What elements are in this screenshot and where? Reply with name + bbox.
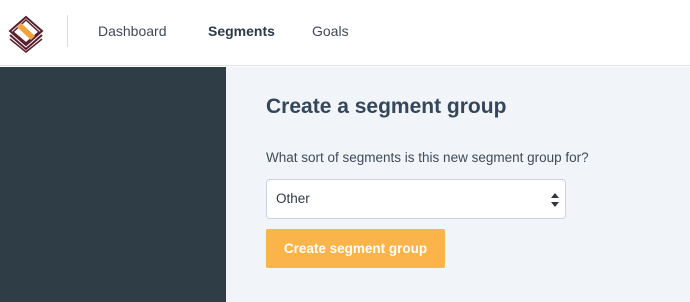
create-segment-group-button[interactable]: Create segment group xyxy=(266,229,445,268)
logo-divider xyxy=(67,15,68,47)
segment-type-select[interactable]: Other xyxy=(266,179,566,219)
segment-type-question: What sort of segments is this new segmen… xyxy=(266,150,589,165)
main-content: Create a segment group What sort of segm… xyxy=(226,67,690,302)
nav-segments[interactable]: Segments xyxy=(208,22,275,40)
nav-dashboard[interactable]: Dashboard xyxy=(98,22,167,40)
sidebar xyxy=(0,67,226,302)
page-title: Create a segment group xyxy=(266,95,507,118)
up-down-arrows-icon xyxy=(551,193,559,207)
top-navigation-bar: Dashboard Segments Goals xyxy=(0,0,690,66)
stacked-layers-logo-icon[interactable] xyxy=(6,13,46,53)
segment-type-select-value: Other xyxy=(276,191,310,206)
nav-goals[interactable]: Goals xyxy=(312,22,349,40)
